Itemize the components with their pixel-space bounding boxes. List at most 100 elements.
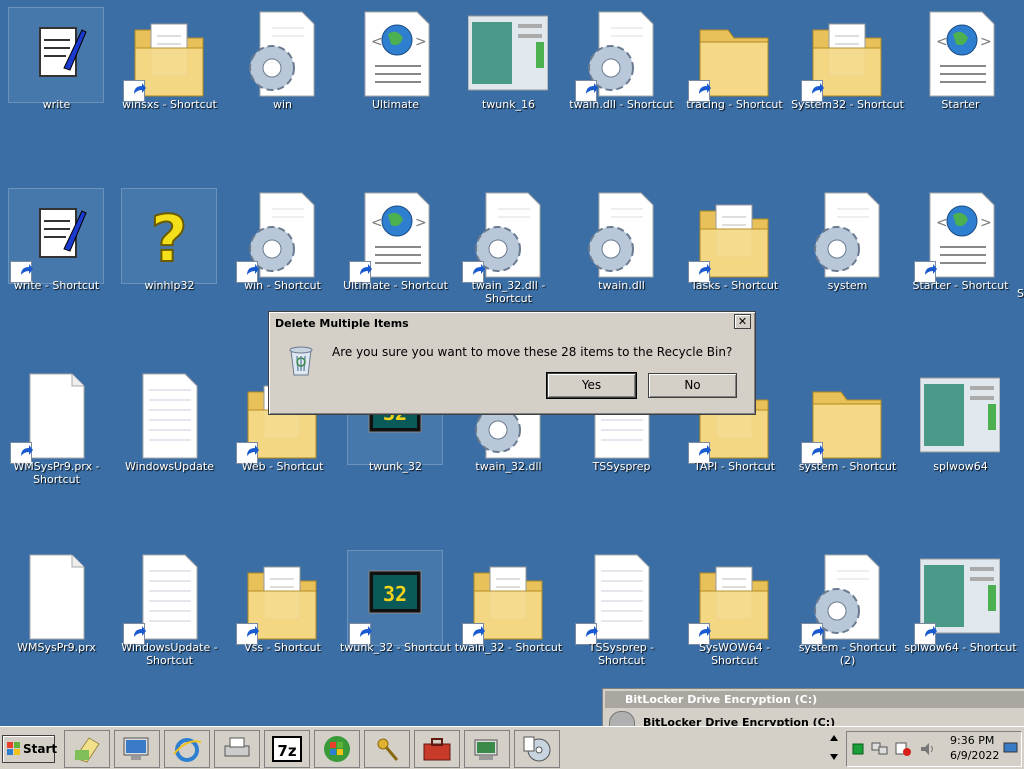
desktop-icon-label: WMSysPr9.prx - Shortcut (13, 460, 100, 486)
desktop-icon-label: twain.dll - Shortcut (569, 98, 674, 111)
desktop-icon[interactable]: ? winhlp32 (113, 181, 226, 362)
desktop-icon-label: winhlp32 (144, 279, 195, 292)
blank-icon (9, 551, 103, 645)
desktop-icon-label: twunk_32 - Shortcut (340, 641, 451, 654)
desktop-icon-label: twain_32.dll - Shortcut (471, 279, 546, 305)
dialog-message: Are you sure you want to move these 28 i… (332, 345, 733, 359)
desktop-icon[interactable]: < > Starter (904, 0, 1017, 181)
globe-doc-icon: < > (913, 189, 1007, 283)
quicklaunch-network[interactable] (464, 730, 510, 768)
quicklaunch-internet-explorer[interactable] (164, 730, 210, 768)
desktop-icon-label: write - Shortcut (13, 279, 100, 292)
show-desktop-icon (74, 737, 100, 763)
window-icon (913, 551, 1007, 645)
desktop-icon[interactable]: twunk_16 (452, 0, 565, 181)
desktop-icon-label: winsxs - Shortcut (122, 98, 217, 111)
desktop-icon[interactable]: < > Ultimate (339, 0, 452, 181)
desktop-icon-label: Vss - Shortcut (244, 641, 321, 654)
svg-text:<: < (936, 215, 948, 231)
desktop-icon-label: twain_32.dll (475, 460, 542, 473)
quicklaunch-keys[interactable] (364, 730, 410, 768)
quicklaunch-7zip[interactable]: 7z (264, 730, 310, 768)
desktop-icon-label: twain_32 - Shortcut (454, 641, 563, 654)
clock-time[interactable]: 9:36 PM (950, 734, 994, 747)
tray-volume-icon[interactable] (919, 741, 937, 757)
folder-icon (800, 370, 894, 464)
lined-icon (122, 370, 216, 464)
quicklaunch-media[interactable] (514, 730, 560, 768)
desktop-icon-label: twunk_16 (481, 98, 536, 111)
svg-text:<: < (371, 34, 383, 50)
clock-date[interactable]: 6/9/2022 (950, 749, 999, 762)
desktop-icon[interactable]: 32 twunk_32 - Shortcut (339, 543, 452, 724)
delete-dialog: Delete Multiple Items ✕ Are you sure you… (268, 311, 756, 415)
desktop-icon-label: system - Shortcut (798, 460, 897, 473)
chip-icon: 32 (347, 550, 443, 646)
desktop-icon[interactable]: system (791, 181, 904, 362)
start-button[interactable]: Start (2, 735, 57, 763)
quicklaunch-toolbox[interactable] (414, 730, 460, 768)
desktop-icon[interactable]: WindowsUpdate (113, 362, 226, 543)
tray-network-icon[interactable] (871, 741, 889, 757)
folder-docs-icon (122, 8, 216, 102)
desktop-icon[interactable]: splwow64 (904, 362, 1017, 543)
tray-display-icon[interactable] (1003, 742, 1019, 756)
computer-icon (123, 737, 149, 760)
svg-text:>: > (980, 215, 992, 231)
network-icon (474, 739, 498, 760)
desktop-icon-label: Tasks - Shortcut (690, 279, 779, 292)
desktop-icon[interactable]: twain_32 - Shortcut (452, 543, 565, 724)
lined-icon (574, 551, 668, 645)
tray-green-icon[interactable] (852, 742, 864, 756)
desktop-icon-label: Starter (941, 98, 980, 111)
desktop-icon-label: Ultimate - Shortcut (343, 279, 448, 292)
tray-security-alert-icon[interactable] (895, 741, 913, 757)
bitlocker-window[interactable]: BitLocker Drive Encryption (C:) BitLocke… (602, 688, 1024, 737)
globe-doc-icon: < > (348, 189, 442, 283)
desktop-icon[interactable]: twain.dll - Shortcut (565, 0, 678, 181)
no-button[interactable]: No (648, 373, 737, 398)
desktop-icon[interactable]: win (226, 0, 339, 181)
scroll-up-icon (830, 735, 838, 741)
desktop-icon[interactable]: Vss - Shortcut (226, 543, 339, 724)
desktop-icon[interactable]: system - Shortcut (791, 362, 904, 543)
desktop-icon[interactable]: tracing - Shortcut (678, 0, 791, 181)
desktop-icon-label: tracing - Shortcut (686, 98, 783, 111)
dialog-title: Delete Multiple Items (272, 315, 752, 333)
folder-docs-icon (687, 189, 781, 283)
desktop-icon-label: system (827, 279, 868, 292)
desktop-icon-label: SysWOW64 - Shortcut (698, 641, 771, 667)
dialog-close-button[interactable]: ✕ (734, 314, 751, 329)
desktop-icon[interactable]: System32 - Shortcut (791, 0, 904, 181)
quicklaunch-computer[interactable] (114, 730, 160, 768)
media-disc-icon (523, 736, 551, 762)
taskbar-scroll[interactable] (827, 730, 841, 766)
desktop-icon-label: splwow64 - Shortcut (904, 641, 1017, 654)
desktop-icon[interactable]: WMSysPr9.prx (0, 543, 113, 724)
quicklaunch-windows-update[interactable] (314, 730, 360, 768)
globe-doc-icon: < > (348, 8, 442, 102)
desktop-icon-label: twain.dll (598, 279, 645, 292)
desktop-icon[interactable]: < > Starter - Shortcut (904, 181, 1017, 362)
desktop-icon-label: TSSysprep - Shortcut (588, 641, 655, 667)
folder-docs-icon (235, 551, 329, 645)
desktop-icon[interactable]: WMSysPr9.prx - Shortcut (0, 362, 113, 543)
windows-orb-icon (324, 736, 350, 762)
desktop-icon[interactable]: WindowsUpdate - Shortcut (113, 543, 226, 724)
desktop-icon[interactable]: winsxs - Shortcut (113, 0, 226, 181)
desktop-icon[interactable]: write - Shortcut (0, 181, 113, 362)
desktop-icon-label: twunk_32 (368, 460, 423, 473)
gear-doc-icon (574, 8, 668, 102)
quicklaunch-printer[interactable] (214, 730, 260, 768)
folder-icon (687, 8, 781, 102)
windows-logo-icon (7, 742, 20, 755)
desktop-icon[interactable]: write (0, 0, 113, 181)
quicklaunch-show-desktop[interactable] (64, 730, 110, 768)
svg-text:<: < (371, 215, 383, 231)
yes-button[interactable]: Yes (546, 372, 637, 399)
desktop-icon-label: TAPI - Shortcut (693, 460, 776, 473)
lined-icon (122, 551, 216, 645)
desktop-icon-label: WMSysPr9.prx (17, 641, 96, 654)
gear-doc-icon (461, 189, 555, 283)
desktop-icon-label: System32 - Shortcut (791, 98, 904, 111)
